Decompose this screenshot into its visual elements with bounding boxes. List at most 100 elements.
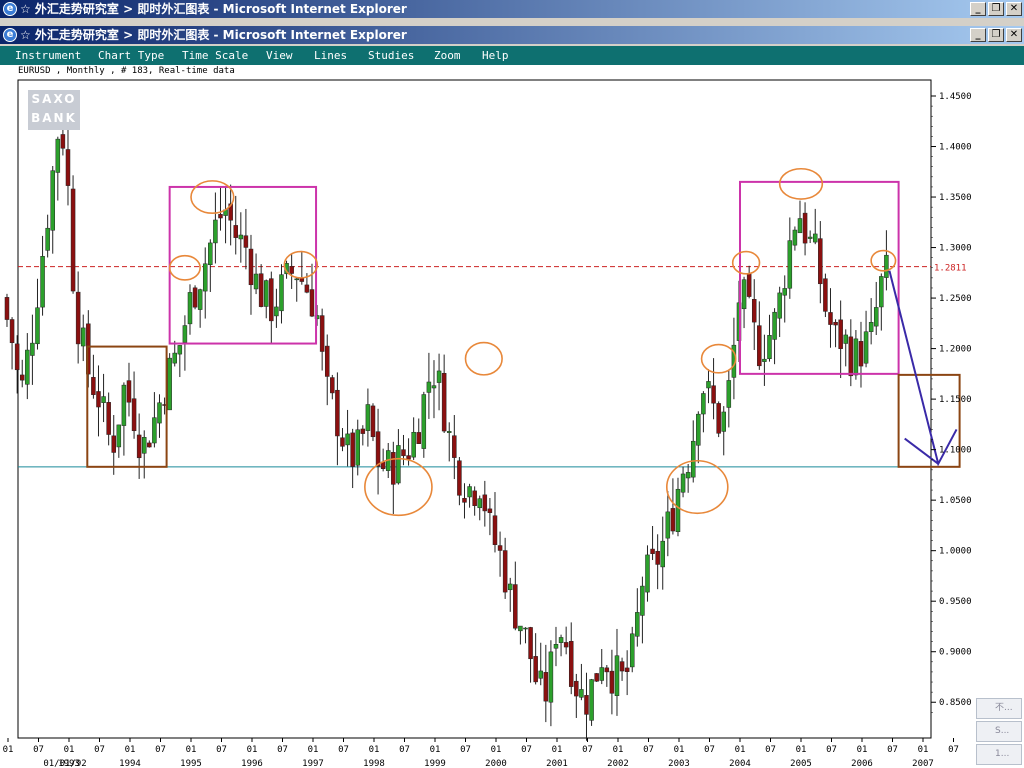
candle-body xyxy=(365,404,371,431)
candle-body xyxy=(518,625,523,632)
candle-body xyxy=(187,292,193,325)
candle-body xyxy=(548,651,554,703)
candle-body xyxy=(65,149,71,186)
y-tick-label: 1.4000 xyxy=(939,143,972,153)
candle-body xyxy=(726,380,732,408)
y-tick-label: 1.3500 xyxy=(939,193,972,203)
candle-body xyxy=(14,343,20,371)
candle-body xyxy=(543,672,549,702)
candle-body xyxy=(513,584,518,629)
candle-body xyxy=(126,380,132,403)
candle-body xyxy=(80,327,86,347)
x-month-label: 01 xyxy=(308,745,319,755)
candle-body xyxy=(660,540,665,568)
x-month-label: 07 xyxy=(216,745,227,755)
x-month-label: 07 xyxy=(765,745,776,755)
candle-body xyxy=(258,273,264,307)
candlestick-chart[interactable]: 1.4500 1.4000 1.3500 1.3000 1.2500 1.2000 1.15… xyxy=(0,0,1024,768)
candle-body xyxy=(492,515,498,545)
side-item[interactable]: 1... xyxy=(976,744,1022,765)
y-tick-label: 1.2500 xyxy=(939,294,972,304)
candle-body xyxy=(848,336,854,377)
candle-body xyxy=(457,460,462,496)
y-tick-label: 1.1500 xyxy=(939,395,972,405)
candle-body xyxy=(243,235,249,248)
candle-body xyxy=(589,679,594,721)
candle-body xyxy=(675,488,681,533)
candle-body xyxy=(497,545,503,551)
side-item[interactable]: S... xyxy=(976,721,1022,742)
candle-body xyxy=(523,627,528,630)
candle-body xyxy=(436,370,442,383)
side-item[interactable]: 不... xyxy=(976,698,1022,719)
x-month-label: 01 xyxy=(796,745,807,755)
candle-body xyxy=(213,219,218,244)
candle-body xyxy=(197,289,203,310)
y-tick-label: 1.2000 xyxy=(939,345,972,355)
candle-body xyxy=(670,508,676,532)
candle-body xyxy=(828,312,833,325)
candle-body xyxy=(873,307,879,327)
candle-body xyxy=(853,338,859,376)
x-month-label: 01 xyxy=(64,745,75,755)
candle-body xyxy=(604,667,610,673)
x-month-label: 07 xyxy=(521,745,532,755)
candle-body xyxy=(452,435,457,458)
x-month-label: 07 xyxy=(338,745,349,755)
x-month-label: 07 xyxy=(826,745,837,755)
candle-body xyxy=(136,434,142,459)
candle-body xyxy=(218,214,223,219)
x-year-label: 1996 xyxy=(241,759,263,768)
x-year-label: 2005 xyxy=(790,759,812,768)
candle-body xyxy=(202,263,208,292)
x-year-label: 1993 xyxy=(58,759,80,768)
candle-body xyxy=(294,278,299,281)
candle-body xyxy=(45,227,50,251)
candle-body xyxy=(802,212,808,244)
candle-body xyxy=(665,511,671,539)
candle-body xyxy=(807,236,813,239)
candle-body xyxy=(299,277,305,282)
candle-body xyxy=(70,188,76,292)
candle-body xyxy=(818,238,823,285)
x-month-label: 07 xyxy=(460,745,471,755)
candle-body xyxy=(75,291,81,345)
candle-body xyxy=(30,342,35,356)
x-month-label: 07 xyxy=(643,745,654,755)
candle-body xyxy=(538,670,543,679)
candle-body xyxy=(528,627,533,660)
candle-body xyxy=(40,256,45,308)
candle-body xyxy=(619,661,625,672)
candle-body xyxy=(9,319,15,344)
x-year-label: 1995 xyxy=(180,759,202,768)
candle-body xyxy=(263,280,269,307)
side-notifications: 不... S... 1... xyxy=(976,698,1022,768)
candle-body xyxy=(106,402,111,435)
candle-body xyxy=(50,170,55,231)
candle-body xyxy=(477,498,482,509)
candle-body xyxy=(208,242,213,265)
candle-body xyxy=(111,435,116,453)
candle-body xyxy=(868,322,874,332)
candle-body xyxy=(360,428,366,434)
candle-body xyxy=(330,377,335,394)
candle-body xyxy=(579,689,584,698)
candle-body xyxy=(833,321,838,326)
candle-body xyxy=(843,334,848,344)
candle-body xyxy=(96,391,101,408)
candle-body xyxy=(446,431,452,433)
candle-body xyxy=(680,473,686,493)
candle-body xyxy=(762,358,767,362)
candle-body xyxy=(884,254,889,278)
candle-body xyxy=(574,680,579,697)
x-month-label: 01 xyxy=(369,745,380,755)
candle-body xyxy=(233,225,238,238)
x-month-label: 01 xyxy=(3,745,14,755)
candle-body xyxy=(426,381,432,393)
x-month-label: 01 xyxy=(125,745,136,755)
candle-body xyxy=(335,389,340,437)
candle-body xyxy=(823,278,828,312)
candle-body xyxy=(792,229,798,246)
x-year-label: 2002 xyxy=(607,759,629,768)
candle-body xyxy=(553,644,559,649)
